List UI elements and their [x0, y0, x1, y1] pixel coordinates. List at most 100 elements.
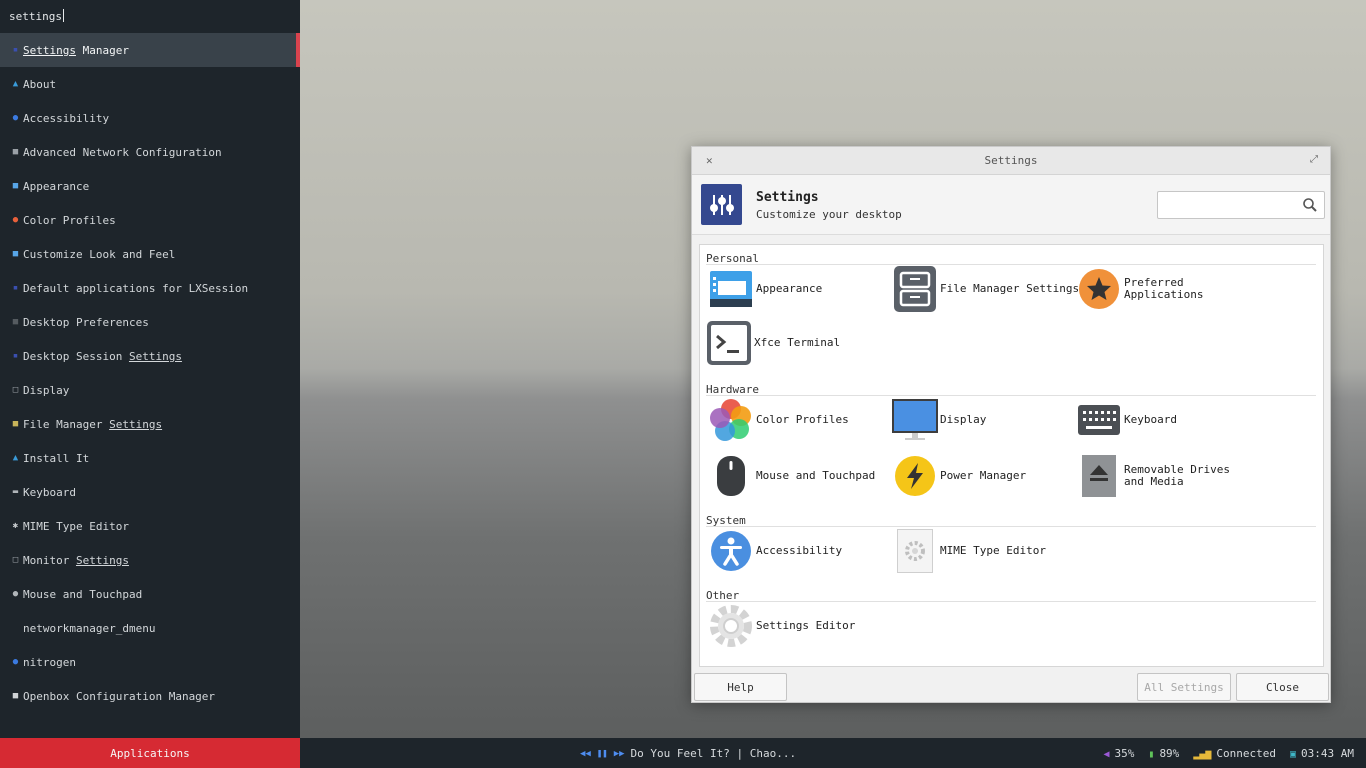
launcher-search-input[interactable]: settings [0, 0, 300, 33]
appearance-icon: ■ [12, 181, 19, 191]
file-cabinet-icon [892, 266, 938, 312]
maximize-icon[interactable]: ⤢ [1310, 154, 1318, 165]
launcher-result-label: Mouse and Touchpad [23, 587, 143, 601]
header-subtitle: Customize your desktop [756, 208, 902, 221]
openbox-icon: ■ [12, 691, 19, 701]
color-profiles-icon [708, 397, 754, 443]
removable-drives-item[interactable]: Removable Drives and Media [1076, 453, 1254, 499]
launcher-result[interactable]: ▲ Install It [0, 441, 300, 475]
applications-button[interactable]: Applications [0, 738, 300, 768]
launcher-result[interactable]: ● Mouse and Touchpad [0, 577, 300, 611]
network-indicator[interactable]: ▂▄▆ Connected [1193, 747, 1276, 760]
launcher-result-label: Default applications for LXSession [23, 281, 249, 295]
app-launcher: settings ▪ Settings Manager ▲ About ● Accessi… [0, 0, 300, 738]
gear-icon [708, 603, 754, 649]
calendar-icon: ▣ [1289, 749, 1297, 760]
bottom-panel: ◀◀ ❚❚ ▶▶ Do You Feel It? | Chao... ◀ 35% … [300, 738, 1366, 768]
preferred-applications-item[interactable]: Preferred Applications [1076, 266, 1214, 312]
launcher-result[interactable]: ■ Customize Look and Feel [0, 237, 300, 271]
settings-header: Settings Customize your desktop [692, 175, 1330, 235]
launcher-result[interactable]: ▬ Keyboard [0, 475, 300, 509]
launcher-result-label: Monitor Settings [23, 553, 129, 567]
applications-label: Applications [110, 746, 190, 760]
next-track-icon[interactable]: ▶▶ [614, 749, 625, 759]
accessibility-item[interactable]: Accessibility [708, 528, 842, 574]
track-title[interactable]: Do You Feel It? | Chao... [631, 747, 797, 760]
launcher-result-label: Install It [23, 451, 90, 465]
close-button[interactable]: Close [1236, 673, 1329, 701]
lxsession-icon: ▪ [12, 283, 19, 293]
launcher-result-label: Desktop Session Settings [23, 349, 182, 363]
mouse-icon [708, 453, 754, 499]
star-icon [1076, 266, 1122, 312]
launcher-result[interactable]: ■ Advanced Network Configuration [0, 135, 300, 169]
launcher-result[interactable]: ▪ Settings Manager [0, 33, 300, 67]
launcher-result[interactable]: □ Monitor Settings [0, 543, 300, 577]
keyboard-icon: ▬ [12, 487, 19, 497]
launcher-result-label: Accessibility [23, 111, 110, 125]
launcher-result-label: Display [23, 383, 70, 397]
launcher-result[interactable]: networkmanager_dmenu [0, 611, 300, 645]
monitor-icon [892, 397, 938, 443]
xfce-terminal-item[interactable]: Xfce Terminal [706, 320, 840, 366]
launcher-result[interactable]: ■ File Manager Settings [0, 407, 300, 441]
speaker-icon: ◀ [1103, 749, 1110, 760]
mouse-icon: ● [12, 589, 19, 599]
search-icon [1303, 198, 1317, 212]
settings-editor-item[interactable]: Settings Editor [708, 603, 855, 649]
install-icon: ▲ [12, 453, 19, 463]
launcher-result[interactable]: ✱ MIME Type Editor [0, 509, 300, 543]
window-title: Settings [984, 154, 1038, 167]
color-profiles-icon: ● [12, 215, 19, 225]
launcher-result-label: File Manager Settings [23, 417, 163, 431]
launcher-result-label: nitrogen [23, 655, 76, 669]
launcher-result-label: Keyboard [23, 485, 76, 499]
launcher-result-label: MIME Type Editor [23, 519, 129, 533]
desktop-prefs-icon: ■ [12, 317, 19, 327]
power-manager-item[interactable]: Power Manager [892, 453, 1026, 499]
launcher-result[interactable]: □ Display [0, 373, 300, 407]
launcher-result-label: Customize Look and Feel [23, 247, 176, 261]
media-controls: ◀◀ ❚❚ ▶▶ Do You Feel It? | Chao... [580, 747, 796, 760]
help-button[interactable]: Help [694, 673, 787, 701]
display-icon: □ [12, 385, 19, 395]
settings-window: ✕ Settings ⤢ Settings Customize your des… [691, 146, 1331, 703]
file-manager-settings-item[interactable]: File Manager Settings [892, 266, 1079, 312]
display-item[interactable]: Display [892, 397, 986, 443]
window-titlebar[interactable]: ✕ Settings ⤢ [692, 147, 1330, 175]
close-icon[interactable]: ✕ [706, 154, 713, 167]
launcher-result-label: Appearance [23, 179, 90, 193]
eject-icon [1076, 453, 1122, 499]
launcher-result[interactable]: ■ Desktop Preferences [0, 305, 300, 339]
monitor-icon: □ [12, 555, 19, 565]
launcher-results-list: ▪ Settings Manager ▲ About ● Accessibility ■ Ad… [0, 33, 300, 713]
launcher-result[interactable]: ● Accessibility [0, 101, 300, 135]
appearance-item[interactable]: Appearance [708, 266, 822, 312]
arch-logo-icon: ▲ [12, 79, 19, 89]
settings-logo-icon [701, 184, 742, 225]
mime-type-editor-item[interactable]: MIME Type Editor [892, 528, 1046, 574]
battery-indicator[interactable]: ▮ 89% [1148, 747, 1179, 760]
previous-track-icon[interactable]: ◀◀ [580, 749, 591, 759]
network-icon: ■ [12, 147, 19, 157]
keyboard-item[interactable]: Keyboard [1076, 397, 1177, 443]
color-profiles-item[interactable]: Color Profiles [708, 397, 849, 443]
accessibility-icon: ● [12, 113, 19, 123]
settings-search-input[interactable] [1157, 191, 1325, 219]
clock[interactable]: ▣ 03:43 AM [1290, 747, 1354, 760]
launcher-result[interactable]: ■ Appearance [0, 169, 300, 203]
launcher-result[interactable]: ● nitrogen [0, 645, 300, 679]
all-settings-button[interactable]: All Settings [1137, 673, 1231, 701]
nitrogen-icon: ● [12, 657, 19, 667]
launcher-result[interactable]: ● Color Profiles [0, 203, 300, 237]
mouse-touchpad-item[interactable]: Mouse and Touchpad [708, 453, 875, 499]
launcher-result[interactable]: ▲ About [0, 67, 300, 101]
lightning-icon [892, 453, 938, 499]
launcher-result[interactable]: ■ Openbox Configuration Manager [0, 679, 300, 713]
volume-indicator[interactable]: ◀ 35% [1104, 747, 1135, 760]
launcher-result[interactable]: ▪ Default applications for LXSession [0, 271, 300, 305]
header-title: Settings [756, 190, 819, 205]
desktop-session-icon: ▪ [12, 351, 19, 361]
pause-icon[interactable]: ❚❚ [597, 749, 608, 759]
launcher-result[interactable]: ▪ Desktop Session Settings [0, 339, 300, 373]
